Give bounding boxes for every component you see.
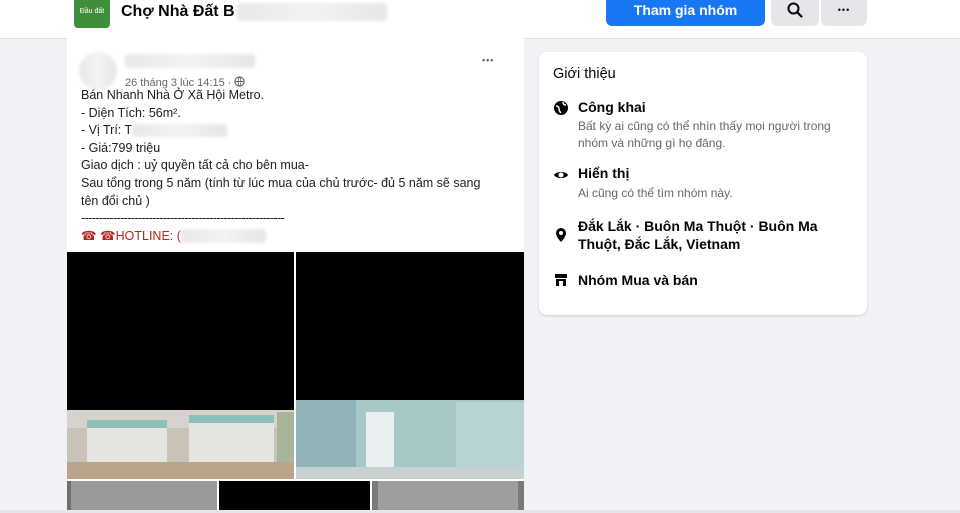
- visibility-label: Hiển thị: [578, 165, 630, 181]
- globe-icon: [234, 76, 246, 87]
- post-line: Bán Nhanh Nhà Ở Xã Hội Metro.: [81, 88, 265, 102]
- apartment-building-image: [67, 410, 294, 479]
- join-group-button[interactable]: Tham gia nhóm: [606, 0, 765, 26]
- empty-room-image: [296, 400, 524, 479]
- eye-icon: [554, 172, 568, 178]
- logo-text: Đầu đất: [79, 7, 105, 15]
- blurred-group-name: [236, 3, 387, 21]
- top-bar: Đầu đất Chợ Nhà Đất B Tham gia nhóm •••: [0, 0, 960, 39]
- post-divider-line: ----------------------------------------…: [81, 211, 285, 226]
- post-text: Bán Nhanh Nhà Ở Xã Hội Metro. - Diện Tíc…: [81, 87, 511, 245]
- more-horizontal-icon: •••: [837, 5, 851, 15]
- post-line: Giao dịch : uỷ quyền tất cả cho bên mua-: [81, 158, 309, 173]
- group-type-label: Nhóm Mua và bán: [578, 272, 698, 288]
- about-title: Giới thiệu: [553, 66, 616, 82]
- photo-1[interactable]: [67, 252, 294, 479]
- photo-grid: [67, 252, 524, 513]
- group-logo[interactable]: Đầu đất: [74, 0, 110, 28]
- post-line-hotline: ☎ ☎HOTLINE: (: [81, 228, 511, 246]
- blurred-phone: [180, 229, 266, 244]
- search-button[interactable]: [771, 0, 819, 26]
- post-line-text: - Vị Trí: T: [81, 123, 133, 138]
- about-card: Giới thiệu Công khai Bất kỳ ai cũng có t…: [539, 52, 867, 315]
- photo-4[interactable]: [219, 481, 370, 513]
- blurred-location: [132, 124, 228, 138]
- post-options-icon: •••: [482, 55, 495, 65]
- photo-2[interactable]: [296, 252, 524, 479]
- shop-icon: [555, 274, 567, 286]
- visibility-desc: Ai cũng có thể tìm nhóm này.: [578, 186, 733, 200]
- location-pin-icon: [556, 228, 566, 242]
- location-label[interactable]: Đắk Lắk · Buôn Ma Thuột · Buôn Ma Thuột,…: [578, 217, 843, 253]
- privacy-label: Công khai: [578, 99, 646, 115]
- search-icon: [787, 2, 803, 18]
- post-line-location: - Vị Trí: T: [81, 122, 511, 140]
- blurred-author-name[interactable]: [125, 54, 255, 68]
- photo-3[interactable]: [67, 481, 217, 513]
- room-image: [67, 481, 217, 513]
- group-title[interactable]: Chợ Nhà Đất B: [121, 3, 387, 21]
- photo-5[interactable]: [372, 481, 524, 513]
- room-image: [372, 481, 524, 513]
- post-line: - Giá:799 triệu: [81, 140, 161, 155]
- more-options-button[interactable]: •••: [821, 0, 867, 26]
- post-options-button[interactable]: •••: [482, 50, 494, 68]
- group-name: Chợ Nhà Đất B: [121, 3, 235, 21]
- avatar[interactable]: [79, 52, 117, 90]
- post-line: - Diện Tích: 56m².: [81, 105, 181, 120]
- hotline-text: ☎ ☎HOTLINE: (: [81, 228, 181, 243]
- privacy-desc: Bất kỳ ai cũng có thể nhìn thấy mọi ngườ…: [578, 119, 831, 150]
- post-card: 26 tháng 3 lúc 14:15 · ••• Bán Nhanh Nhà…: [67, 38, 524, 513]
- globe-icon: [554, 101, 568, 115]
- post-line: Sau tổng trong 5 năm (tính từ lúc mua củ…: [81, 175, 481, 208]
